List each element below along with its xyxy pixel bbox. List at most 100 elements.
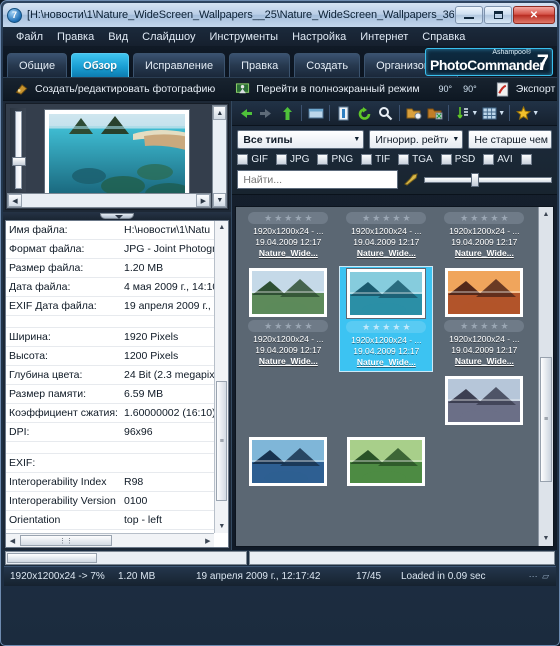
minimize-button[interactable] <box>455 6 483 24</box>
rating-star[interactable]: ★ <box>460 213 468 223</box>
checkbox-tga-box[interactable] <box>398 154 410 165</box>
checkbox-psd-box[interactable] <box>440 154 452 165</box>
panel-splitter[interactable] <box>3 212 232 220</box>
thumbnail-size-track[interactable] <box>424 177 552 183</box>
right-bottom-scrollbar[interactable] <box>249 551 555 565</box>
thumbnail-filename[interactable]: Nature_Wide... <box>340 357 432 368</box>
rating-stars[interactable]: ★ ★ ★ ★ ★ <box>248 320 329 332</box>
thumbnail-image[interactable] <box>444 267 525 318</box>
sort-chevron-down-icon[interactable]: ▼ <box>471 110 478 117</box>
refresh-icon[interactable] <box>355 104 374 123</box>
up-folder-icon[interactable] <box>278 104 297 123</box>
preview-vertical-scrollbar[interactable]: ▲ ▼ <box>212 105 228 208</box>
info-vertical-scrollbar[interactable]: ▲ ≡ ▼ <box>214 221 229 533</box>
create-edit-photo-button[interactable]: Создать/редактировать фотографию <box>7 78 222 100</box>
preview-scroll-down-arrow[interactable]: ▼ <box>213 193 227 207</box>
thumbnail-cell[interactable]: ★★★★★1920x1200x24 - ...19.04.2009 12:17N… <box>437 266 531 370</box>
menu-settings[interactable]: Настройка <box>285 30 353 44</box>
grid-scroll-thumb[interactable]: ≡ <box>540 357 552 482</box>
forward-arrow-icon[interactable] <box>257 104 276 123</box>
export-button[interactable]: Экспорт <box>488 78 559 100</box>
info-row[interactable]: Interoperability Index R98 <box>6 472 229 492</box>
splitter-grip[interactable] <box>100 213 135 219</box>
tab-browse[interactable]: Обзор <box>71 53 130 77</box>
rating-star[interactable]: ★ <box>304 213 312 223</box>
tab-general[interactable]: Общие <box>7 53 68 77</box>
rating-stars[interactable]: ★ ★ ★ ★ ★ <box>346 321 427 333</box>
rating-star[interactable]: ★ <box>362 322 370 332</box>
grid-scroll-down-arrow[interactable]: ▼ <box>540 532 553 545</box>
thumbnail-cell[interactable]: ★★★★★1920x1200x24 - ...19.04.2009 12:17N… <box>241 435 335 492</box>
info-horizontal-scroll-thumb[interactable]: ⋮⋮ <box>20 535 112 546</box>
thumbnail-cell[interactable]: ★★★★★1920x1200x24 - ...19.04.2009 12:17N… <box>339 266 434 372</box>
zoom-slider-track[interactable] <box>11 111 26 189</box>
info-row[interactable]: DPI: 96x96 <box>6 422 229 442</box>
checkbox-tga[interactable]: TGA <box>398 154 433 165</box>
info-row[interactable]: Глубина цвета: 24 Bit (2.3 megapixe <box>6 365 229 385</box>
info-row[interactable]: Формат файла: JPG - Joint Photograp <box>6 239 229 259</box>
details-icon[interactable] <box>334 104 353 123</box>
checkbox-more[interactable] <box>520 154 532 165</box>
rating-star[interactable]: ★ <box>274 321 282 331</box>
rating-star[interactable]: ★ <box>392 213 400 223</box>
thumbnail-size-thumb[interactable] <box>471 173 479 187</box>
grid-vertical-scrollbar[interactable]: ▲ ≡ ▼ <box>538 207 553 546</box>
info-row[interactable]: Размер файла: 1.20 MB <box>6 258 229 278</box>
folder-open-icon[interactable] <box>404 104 423 123</box>
checkbox-png[interactable]: PNG <box>317 154 353 165</box>
fullscreen-button[interactable]: Перейти в полноэкранный режим <box>228 78 426 100</box>
rating-star[interactable]: ★ <box>382 213 390 223</box>
rating-star[interactable]: ★ <box>392 322 400 332</box>
grid-scroll-up-arrow[interactable]: ▲ <box>540 208 553 221</box>
rating-star[interactable]: ★ <box>460 321 468 331</box>
thumbnail-filename[interactable]: Nature_Wide... <box>339 248 433 259</box>
rating-star[interactable]: ★ <box>490 321 498 331</box>
checkbox-avi[interactable]: AVI <box>483 154 513 165</box>
rotate-left-button[interactable]: 90° <box>433 84 458 94</box>
rating-stars[interactable]: ★ ★ ★ ★ ★ <box>444 212 525 224</box>
file-type-select[interactable]: Все типы ▼ <box>237 130 365 149</box>
rating-star[interactable]: ★ <box>294 321 302 331</box>
thumbnail-filename[interactable]: Nature_Wide... <box>437 248 531 259</box>
thumbnail-cell[interactable]: ★★★★★1920x1200x24 - ...19.04.2009 12:17N… <box>437 210 531 262</box>
rating-star[interactable]: ★ <box>274 213 282 223</box>
preview-scroll-left-arrow[interactable]: ◀ <box>8 194 22 207</box>
rating-star[interactable]: ★ <box>500 321 508 331</box>
view-mode-chevron-down-icon[interactable]: ▼ <box>498 110 505 117</box>
thumbnail-image[interactable] <box>346 268 427 319</box>
age-filter-select[interactable]: Не старше чем <box>468 130 552 149</box>
rating-stars[interactable]: ★ ★ ★ ★ ★ <box>248 212 329 224</box>
info-vertical-scroll-thumb[interactable]: ≡ <box>216 381 228 501</box>
preview-image[interactable] <box>44 109 191 204</box>
maximize-button[interactable] <box>484 6 512 24</box>
info-row[interactable]: Дата файла: 4 мая 2009 г., 14:10: <box>6 277 229 297</box>
zoom-slider-thumb[interactable] <box>11 157 26 166</box>
info-row[interactable]: Interoperability Version 0100 <box>6 491 229 511</box>
chevron-down-icon[interactable]: ▼ <box>349 136 360 143</box>
left-bottom-scrollbar[interactable] <box>5 551 247 565</box>
info-row[interactable]: Высота: 1200 Pixels <box>6 346 229 366</box>
menu-internet[interactable]: Интернет <box>353 30 415 44</box>
rating-stars[interactable]: ★ ★ ★ ★ ★ <box>444 320 525 332</box>
thumbnail-filename[interactable]: Nature_Wide... <box>437 356 531 367</box>
checkbox-tif-box[interactable] <box>361 154 373 165</box>
info-scroll-down-arrow[interactable]: ▼ <box>215 520 228 533</box>
rating-star[interactable]: ★ <box>372 322 380 332</box>
view-mode-icon[interactable] <box>480 104 499 123</box>
rating-star[interactable]: ★ <box>264 321 272 331</box>
thumbnail-size-slider[interactable] <box>424 173 552 187</box>
rating-star[interactable]: ★ <box>490 213 498 223</box>
rating-star[interactable]: ★ <box>470 321 478 331</box>
info-row[interactable]: Размер памяти: 6.59 MB <box>6 384 229 404</box>
info-row[interactable] <box>6 441 229 454</box>
rating-stars[interactable]: ★ ★ ★ ★ ★ <box>346 212 427 224</box>
thumbnail-image[interactable] <box>248 436 329 487</box>
info-scroll-up-arrow[interactable]: ▲ <box>215 221 228 234</box>
checkbox-avi-box[interactable] <box>483 154 495 165</box>
thumbnail-image[interactable] <box>248 267 329 318</box>
favorites-star-icon[interactable] <box>514 104 533 123</box>
checkbox-jpg-box[interactable] <box>276 154 287 165</box>
info-row[interactable]: Имя файла: H:\новости\1\Natu <box>6 221 229 240</box>
thumbnail-cell[interactable]: ★★★★★1920x1200x24 - ...19.04.2009 12:17N… <box>241 210 335 262</box>
checkbox-psd[interactable]: PSD <box>440 154 475 165</box>
